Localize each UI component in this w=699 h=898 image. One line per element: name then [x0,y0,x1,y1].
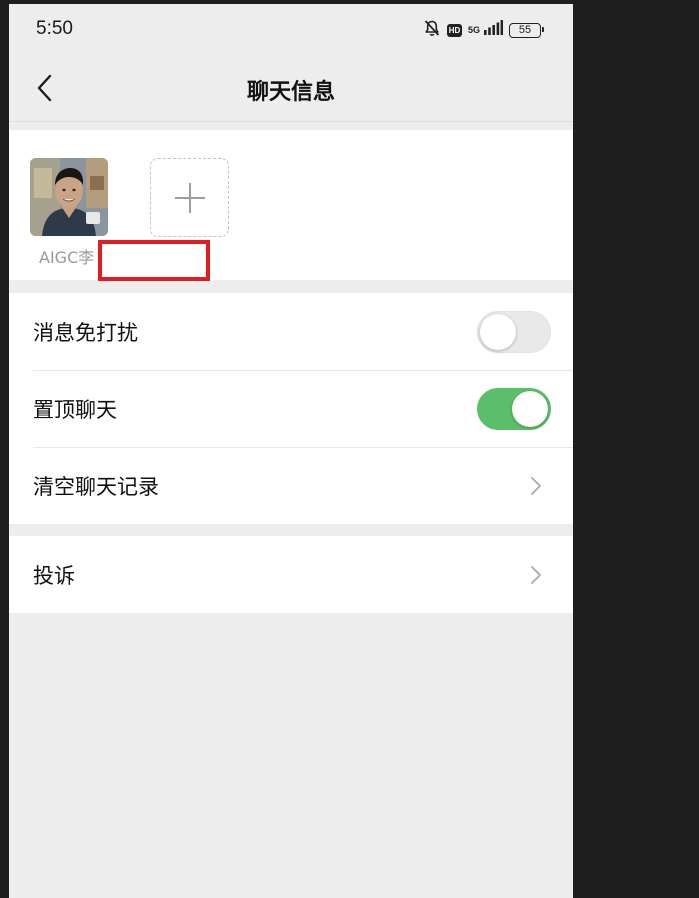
mute-bell-icon [423,19,441,41]
nav-bar: 聊天信息 [9,56,573,122]
mute-notifications-toggle[interactable] [477,310,551,353]
settings-group-chat: 消息免打扰 置顶聊天 清空聊天记录 [9,293,573,524]
clear-history-row[interactable]: 清空聊天记录 [9,447,573,524]
network-type: 5G [467,24,480,35]
status-icons: HD 5G 55 [423,19,544,41]
settings-group-report: 投诉 [9,536,573,613]
report-row[interactable]: 投诉 [9,536,573,613]
mute-notifications-row[interactable]: 消息免打扰 [9,293,573,370]
toggle-knob [480,313,516,350]
avatar[interactable] [30,158,108,236]
chevron-right-icon [531,565,541,584]
mute-notifications-label: 消息免打扰 [33,320,138,345]
status-time: 5:50 [36,18,73,39]
battery-icon: 55 [509,22,544,38]
chevron-right-icon [531,476,541,495]
report-label: 投诉 [33,563,75,588]
battery-level: 55 [518,23,532,36]
signal-icon [483,20,503,40]
plus-icon [174,182,205,213]
clear-history-label: 清空聊天记录 [33,474,159,499]
phone-screen: 5:50 HD 5G 55 聊天信息 AIGC李 消息免打扰 置顶聊天 清空聊天… [9,4,573,898]
page-title: 聊天信息 [246,80,335,105]
status-bar: 5:50 HD 5G 55 [9,4,573,56]
pin-chat-toggle[interactable] [477,387,551,430]
toggle-knob [512,390,548,427]
member-section: AIGC李 [9,130,573,281]
pin-chat-label: 置顶聊天 [33,397,117,422]
member-item[interactable]: AIGC李 [30,158,108,268]
pin-chat-row[interactable]: 置顶聊天 [9,370,573,447]
redaction-box [98,240,210,281]
add-member-button[interactable] [150,158,229,237]
hd-icon: HD [446,23,462,37]
member-name: AIGC李 [39,248,95,267]
